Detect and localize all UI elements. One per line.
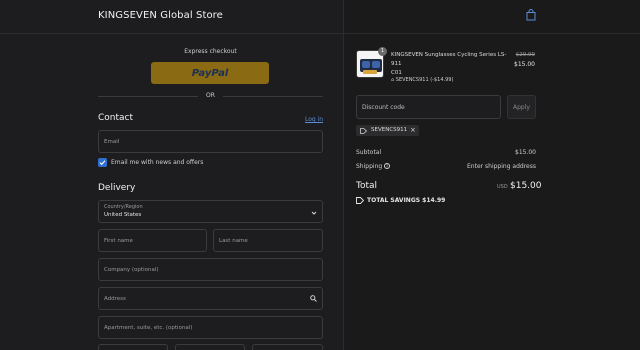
price-original: $29.99: [515, 52, 535, 58]
first-name-field[interactable]: First name: [98, 229, 207, 252]
company-placeholder: Company (optional): [104, 267, 159, 273]
discount-code-placeholder: Discount code: [362, 104, 405, 111]
contact-title: Contact: [98, 113, 134, 123]
search-icon: [310, 295, 317, 302]
delivery-title: Delivery: [98, 183, 136, 193]
company-field[interactable]: Company (optional): [98, 258, 323, 281]
divider-line: [98, 96, 198, 97]
apply-button[interactable]: Apply: [507, 95, 536, 119]
city-field[interactable]: [98, 344, 168, 350]
applied-discount-chip: SEVENCS911 ×: [356, 125, 419, 136]
divider-line: [223, 96, 323, 97]
state-select[interactable]: [175, 344, 245, 350]
subtotal-label: Subtotal: [356, 149, 382, 156]
quantity-badge: 1: [378, 47, 387, 56]
country-label: Country/Region: [104, 204, 143, 210]
total-savings: TOTAL SAVINGS $14.99: [367, 197, 446, 204]
chevron-down-icon: [311, 211, 317, 215]
email-placeholder: Email: [104, 139, 120, 145]
apartment-field[interactable]: Apartment, suite, etc. (optional): [98, 316, 323, 339]
shopping-bag-icon[interactable]: [526, 9, 536, 21]
paypal-button[interactable]: PayPal: [151, 62, 269, 84]
country-value: United States: [104, 212, 142, 218]
login-link[interactable]: Log in: [305, 116, 323, 123]
address-placeholder: Address: [104, 296, 126, 302]
store-name[interactable]: KINGSEVEN Global Store: [98, 10, 223, 21]
total-currency: USD: [497, 184, 508, 190]
newsletter-label: Email me with news and offers: [111, 159, 204, 166]
product-variant: C01: [391, 70, 402, 76]
shipping-text: Shipping: [356, 163, 383, 170]
tag-icon: ⌂: [391, 77, 395, 83]
address-field[interactable]: Address: [98, 287, 323, 310]
price-current: $15.00: [514, 61, 535, 68]
newsletter-checkbox[interactable]: [98, 158, 107, 167]
header: KINGSEVEN Global Store: [0, 0, 640, 34]
or-divider: OR: [98, 92, 323, 100]
remove-discount-icon[interactable]: ×: [410, 126, 416, 134]
zip-field[interactable]: [252, 344, 323, 350]
total-value: $15.00: [510, 181, 542, 191]
discount-code-input[interactable]: Discount code: [356, 95, 501, 119]
savings-tag-icon: [356, 197, 364, 204]
help-icon[interactable]: ?: [384, 163, 391, 169]
product-title: KINGSEVEN Sunglasses Cycling Series LS-9…: [391, 51, 509, 78]
last-name-placeholder: Last name: [219, 238, 248, 244]
last-name-field[interactable]: Last name: [213, 229, 323, 252]
shipping-value: Enter shipping address: [467, 163, 536, 170]
product-discount-tag: ⌂ SEVENCS911 (-$14.99): [391, 77, 453, 83]
product-discount-text: SEVENCS911 (-$14.99): [395, 77, 454, 83]
check-icon: [99, 160, 106, 166]
applied-code: SEVENCS911: [371, 127, 408, 133]
product-name: KINGSEVEN Sunglasses Cycling Series LS-9…: [391, 52, 507, 67]
email-field[interactable]: Email: [98, 130, 323, 153]
country-select[interactable]: Country/Region United States: [98, 200, 323, 223]
apartment-placeholder: Apartment, suite, etc. (optional): [104, 325, 193, 331]
subtotal-value: $15.00: [515, 149, 536, 156]
tag-icon: [360, 127, 367, 134]
total-label: Total: [356, 181, 378, 191]
or-label: OR: [206, 92, 215, 99]
express-checkout-label: Express checkout: [184, 48, 237, 55]
first-name-placeholder: First name: [104, 238, 133, 244]
shipping-label: Shipping ?: [356, 163, 391, 170]
paypal-logo: PayPal: [191, 67, 229, 79]
